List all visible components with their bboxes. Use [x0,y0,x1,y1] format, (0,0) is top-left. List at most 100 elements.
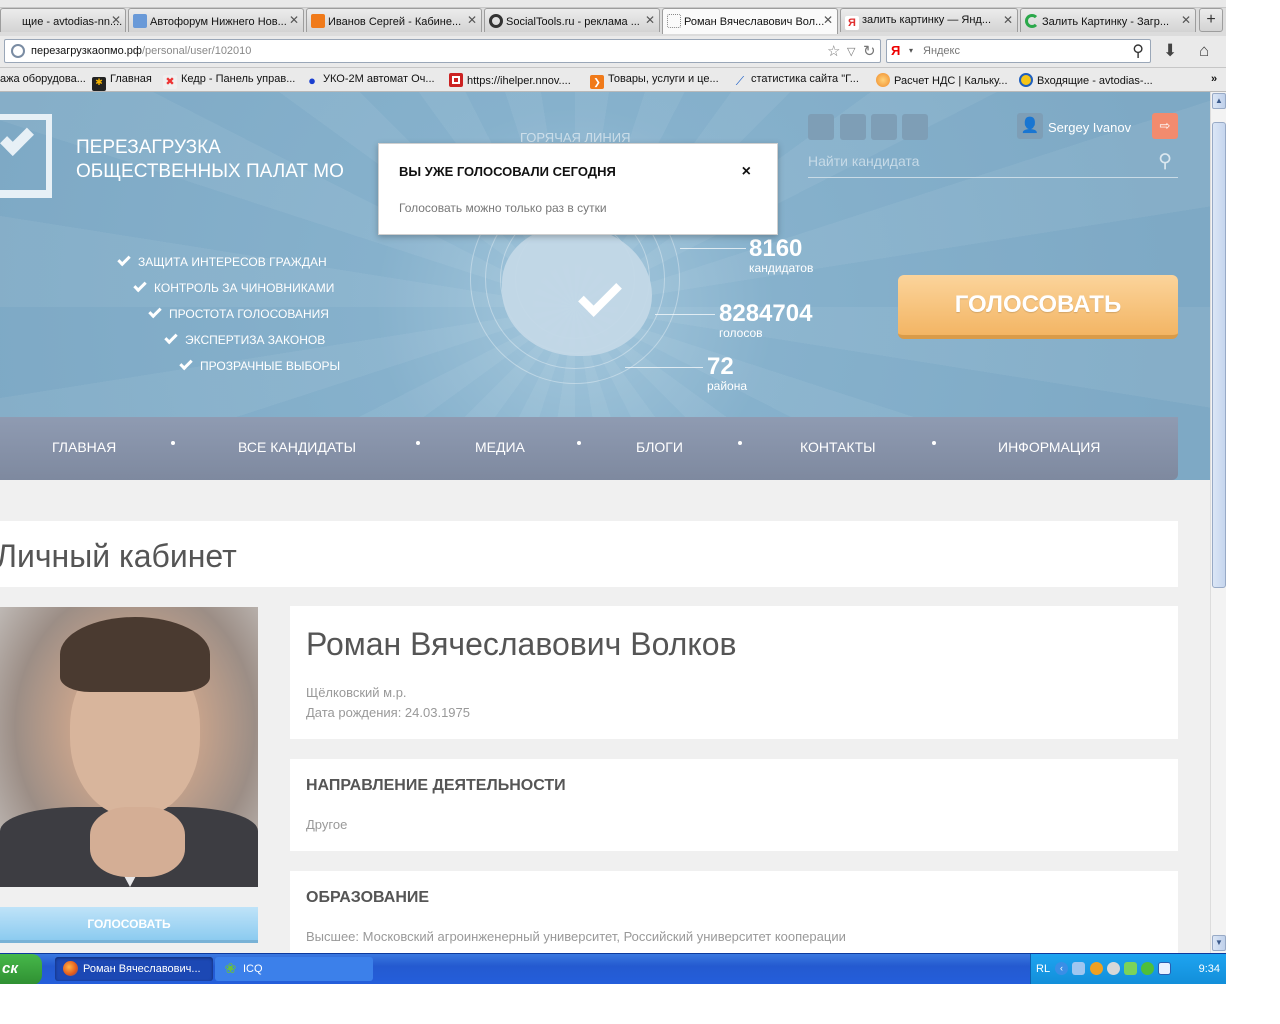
candidate-search-placeholder: Найти кандидата [808,153,920,169]
download-icon[interactable]: ⬇ [1163,41,1177,61]
tab-avtodias[interactable]: щие - avtodias-nn.... ✕ [0,8,126,32]
bookmark-label: УКО-2М автомат Оч... [323,73,435,85]
social-icon-4[interactable] [902,114,928,140]
vote-button[interactable]: ГОЛОСОВАТЬ [898,275,1178,339]
logout-icon[interactable]: ⇨ [1152,113,1178,139]
search-box[interactable]: Я ▾ Яндекс ⚲ [886,39,1151,63]
joomla-icon: ✖ [163,75,177,89]
candidate-search-input[interactable]: Найти кандидата ⚲ [808,148,1178,178]
taskbar-item-label: ICQ [243,963,263,975]
feature-item: КОНТРОЛЬ ЗА ЧИНОВНИКАМИ [133,278,334,295]
menu-item-home[interactable]: ГЛАВНАЯ [52,439,116,455]
tab-zalit-kartinku[interactable]: Залить Картинку - Загр... ✕ [1020,8,1196,32]
bookmark-item[interactable]: ✱ Главная [92,73,152,91]
search-icon[interactable]: ⚲ [1158,150,1172,173]
bookmark-item[interactable]: https://ihelper.nnov.... [449,73,571,87]
language-indicator[interactable]: RL [1036,963,1050,975]
address-bar[interactable]: перезагрузкаопмо.рф/personal/user/102010… [4,39,881,63]
yandex-icon[interactable]: Я [891,43,906,59]
bookmark-item[interactable]: ажа оборудова... [0,73,86,85]
scroll-up-arrow-icon[interactable]: ▲ [1212,93,1226,109]
bookmark-item[interactable]: Входящие - avtodias-... [1019,73,1153,87]
social-icon-2[interactable] [840,114,866,140]
tab-volkov-active[interactable]: Роман Вячеславович Вол... ✕ [662,8,838,34]
bookmark-item[interactable]: Расчет НДС | Кальку... [876,73,1008,87]
page-title: Личный кабинет [0,538,237,574]
tab-autoforum[interactable]: Автофорум Нижнего Нов... ✕ [128,8,304,32]
tray-expand-icon[interactable]: ‹ [1055,962,1068,975]
network-icon[interactable] [1072,962,1085,975]
chart-icon: ⟋ [735,74,745,88]
bookmark-item[interactable]: ● УКО-2М автомат Оч... [305,73,435,88]
social-icon-3[interactable] [871,114,897,140]
menu-item-all-candidates[interactable]: ВСЕ КАНДИДАТЫ [238,439,356,455]
search-icon[interactable]: ⚲ [1132,41,1144,61]
close-icon[interactable]: ✕ [1181,13,1191,27]
user-name-link[interactable]: Sergey Ivanov [1048,120,1131,135]
close-icon[interactable]: ✕ [467,13,477,27]
scroll-down-arrow-icon[interactable]: ▼ [1212,935,1226,951]
taskbar-item-icq[interactable]: ❀ ICQ [215,957,373,981]
menu-separator [577,441,581,445]
stat-pointer-line [655,314,715,315]
new-tab-button[interactable]: + [1199,8,1223,32]
check-icon [133,278,147,293]
menu-item-media[interactable]: МЕДИА [475,439,525,455]
tab-ivanov-cabinet[interactable]: Иванов Сергей - Кабине... ✕ [306,8,482,32]
tray-app-icon[interactable] [1090,962,1103,975]
education-title: ОБРАЗОВАНИЕ [306,889,430,906]
dropdown-arrow-icon[interactable]: ▽ [847,45,855,58]
bookmarks-overflow-chevron-icon[interactable]: » [1211,73,1217,85]
start-button[interactable]: ск [0,954,42,985]
bookmark-item[interactable]: ⟋ статистика сайта "Г... [733,73,859,88]
bookmark-label: Входящие - avtodias-... [1037,75,1153,87]
tray-app-icon[interactable] [1124,962,1137,975]
home-icon[interactable]: ⌂ [1199,41,1209,61]
icq-flower-icon: ❀ [224,960,237,976]
close-icon[interactable]: ✕ [1003,13,1013,27]
reload-icon[interactable]: ↻ [863,42,876,60]
tab-bar-top-strip [0,0,1226,8]
scrollbar-thumb[interactable] [1212,122,1226,588]
firefox-icon [63,961,78,976]
menu-separator [416,441,420,445]
close-icon[interactable]: ✕ [823,13,833,27]
modal-text: Голосовать можно только раз в сутки [399,201,607,215]
tab-favicon [5,14,19,28]
close-icon[interactable]: ✕ [289,13,299,27]
user-icon[interactable]: 👤 [1017,113,1043,139]
vertical-scrollbar[interactable]: ▲ ▼ [1210,92,1226,953]
direction-value: Другое [306,817,348,832]
menu-item-blogs[interactable]: БЛОГИ [636,439,683,455]
feature-item: ЗАЩИТА ИНТЕРЕСОВ ГРАЖДАН [117,252,327,269]
bookmark-item[interactable]: ✖ Кедр - Панель управ... [163,73,295,89]
bookmark-label: Главная [110,73,152,85]
site-logo-text[interactable]: ПЕРЕЗАГРУЗКА ОБЩЕСТВЕННЫХ ПАЛАТ МО [76,136,344,184]
stat-value: 8160 [749,235,803,262]
photo-hair [60,617,210,692]
close-icon[interactable]: ✕ [645,13,655,27]
feature-item: ЭКСПЕРТИЗА ЗАКОНОВ [164,330,325,347]
taskbar-item-firefox[interactable]: Роман Вячеславович... [55,957,213,981]
photo-vote-button[interactable]: ГОЛОСОВАТЬ [0,907,258,943]
icq-tray-icon[interactable] [1141,962,1154,975]
site-logo-checkbox-icon[interactable] [0,114,52,198]
windows-taskbar: ск Роман Вячеславович... ❀ ICQ RL ‹ 9:34 [0,953,1226,985]
feature-label: ПРОСТОТА ГОЛОСОВАНИЯ [169,307,329,321]
social-icon-1[interactable] [808,114,834,140]
stat-label: кандидатов [749,261,814,275]
url-text[interactable]: перезагрузкаопмо.рф/personal/user/102010 [31,45,251,57]
bookmark-star-icon[interactable]: ☆ [827,42,840,60]
feature-label: ПРОЗРАЧНЫЕ ВЫБОРЫ [200,359,341,373]
menu-separator [738,441,742,445]
menu-item-information[interactable]: ИНФОРМАЦИЯ [998,439,1100,455]
tab-socialtools[interactable]: SocialTools.ru - реклама ... ✕ [484,8,660,32]
close-icon[interactable]: ✕ [111,13,121,27]
bookmark-item[interactable]: ❯ Товары, услуги и це... [590,73,719,89]
tray-app-icon[interactable] [1107,962,1120,975]
menu-item-contacts[interactable]: КОНТАКТЫ [800,439,876,455]
close-icon[interactable]: × [742,163,751,181]
tray-app-icon[interactable] [1158,962,1171,975]
tab-yandex-upload[interactable]: Язалить картинку — Янд... ✕ [840,8,1018,32]
engine-dropdown-icon[interactable]: ▾ [909,46,913,55]
